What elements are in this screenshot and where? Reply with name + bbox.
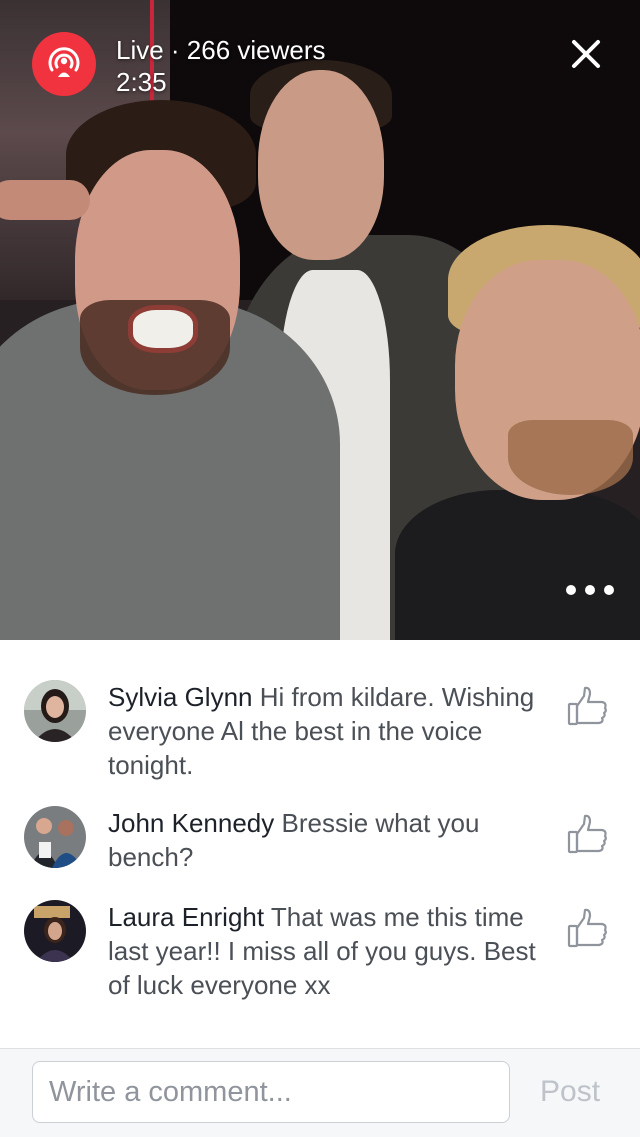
more-dot: [585, 585, 595, 595]
person-left-mouth: [128, 305, 198, 353]
comment-author[interactable]: John Kennedy: [108, 808, 274, 838]
comment-body: Sylvia Glynn Hi from kildare. Wishing ev…: [108, 680, 548, 782]
more-dot: [604, 585, 614, 595]
comment-input[interactable]: [32, 1061, 510, 1123]
live-elapsed-time: 2:35: [116, 67, 167, 97]
more-options-icon[interactable]: [566, 578, 614, 602]
close-icon[interactable]: [566, 34, 606, 74]
person-center-face: [258, 70, 384, 260]
comment-author[interactable]: Laura Enright: [108, 902, 264, 932]
person-left-hand: [0, 180, 90, 220]
live-video[interactable]: Live · 266 viewers 2:35: [0, 0, 640, 640]
comment-list: Sylvia Glynn Hi from kildare. Wishing ev…: [0, 640, 640, 1048]
live-viewer-count: Live · 266 viewers: [116, 35, 326, 65]
comment-author[interactable]: Sylvia Glynn: [108, 682, 253, 712]
like-icon[interactable]: [566, 684, 610, 728]
more-dot: [566, 585, 576, 595]
live-broadcast-icon: [32, 32, 96, 96]
person-right-body: [395, 490, 640, 640]
comment-body: John Kennedy Bressie what you bench?: [108, 806, 548, 874]
post-button[interactable]: Post: [540, 1069, 600, 1115]
like-icon[interactable]: [566, 812, 610, 856]
avatar[interactable]: [24, 900, 86, 962]
comment-composer: Post: [0, 1048, 640, 1137]
comment-body: Laura Enright That was me this time last…: [108, 900, 548, 1002]
avatar[interactable]: [24, 680, 86, 742]
like-icon[interactable]: [566, 906, 610, 950]
avatar[interactable]: [24, 806, 86, 868]
person-right-beard: [508, 420, 633, 495]
